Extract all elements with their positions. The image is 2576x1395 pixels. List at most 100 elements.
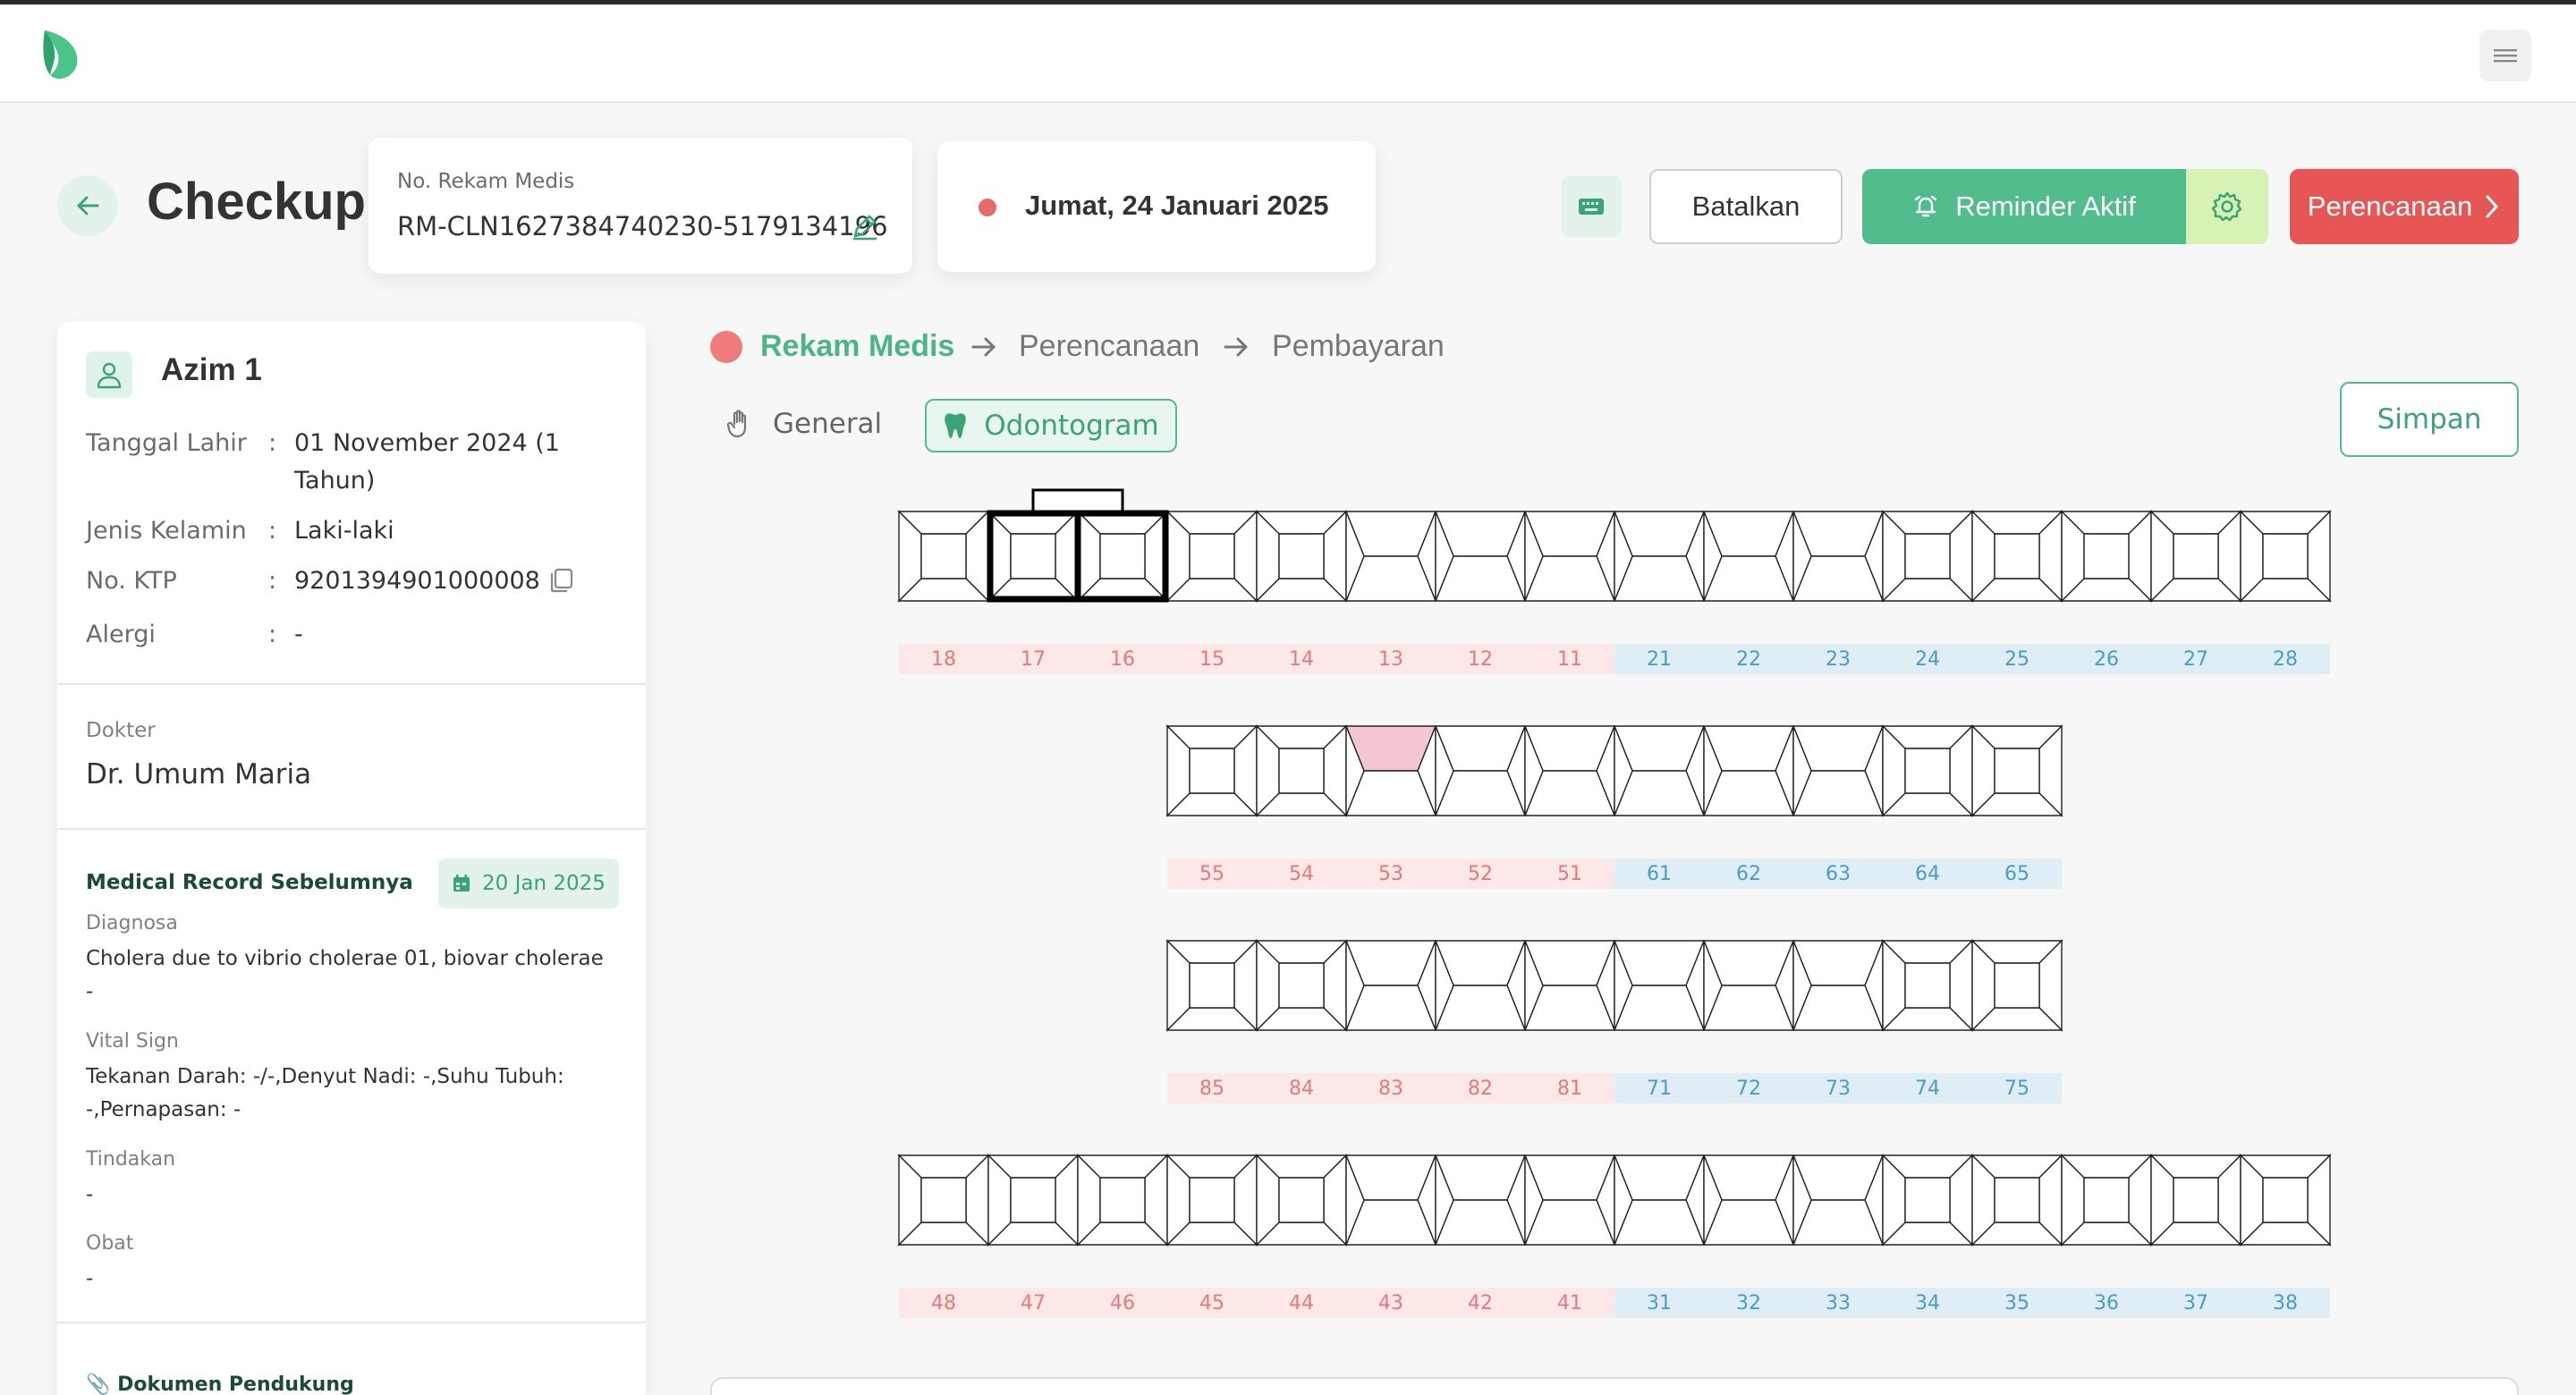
tooth-surface-bottom[interactable] bbox=[2149, 1222, 2242, 1246]
tooth-surface-bottom[interactable] bbox=[1613, 770, 1706, 816]
tooth-surface-left[interactable] bbox=[1882, 939, 1906, 1032]
tooth-surface-bottom[interactable] bbox=[1344, 1199, 1437, 1246]
tooth-surface-right[interactable] bbox=[1949, 510, 1973, 603]
save-button[interactable]: Simpan bbox=[2340, 382, 2519, 457]
tooth-surface-bottom[interactable] bbox=[1344, 555, 1437, 602]
tooth-surface-center[interactable] bbox=[1994, 1177, 2040, 1223]
tooth-surface-bottom[interactable] bbox=[1434, 1199, 1527, 1246]
tooth-surface-center[interactable] bbox=[1278, 1177, 1325, 1223]
tooth-47[interactable] bbox=[987, 1154, 1080, 1247]
tooth-surface-left[interactable] bbox=[1435, 1154, 1454, 1246]
tooth-53[interactable] bbox=[1344, 725, 1437, 816]
tooth-surface-left[interactable] bbox=[1971, 724, 1996, 817]
tooth-surface-bottom[interactable] bbox=[2239, 1222, 2332, 1246]
tooth-surface-bottom[interactable] bbox=[1881, 792, 1974, 816]
tooth-surface-right[interactable] bbox=[1323, 510, 1347, 603]
tooth-surface-top[interactable] bbox=[1792, 940, 1885, 986]
tooth-72[interactable] bbox=[1702, 940, 1795, 1031]
tooth-surface-center[interactable] bbox=[1099, 1177, 1146, 1223]
tooth-surface-bottom[interactable] bbox=[1970, 1222, 2063, 1246]
tooth-surface-bottom[interactable] bbox=[987, 1222, 1080, 1246]
tooth-surface-bottom[interactable] bbox=[1792, 770, 1885, 816]
tooth-surface-right[interactable] bbox=[2128, 1154, 2152, 1247]
tooth-surface-left[interactable] bbox=[1435, 940, 1454, 1031]
tooth-surface-bottom[interactable] bbox=[2239, 578, 2332, 602]
step-medical-record[interactable]: Rekam Medis bbox=[760, 329, 954, 364]
tooth-surface-left[interactable] bbox=[1256, 510, 1280, 603]
tooth-surface-left[interactable] bbox=[1345, 511, 1365, 602]
tooth-surface-top[interactable] bbox=[1165, 511, 1258, 535]
tooth-surface-right[interactable] bbox=[1596, 1154, 1615, 1246]
tooth-surface-top[interactable] bbox=[1792, 725, 1885, 772]
tooth-surface-top[interactable] bbox=[2149, 511, 2242, 535]
tooth-surface-top[interactable] bbox=[1792, 1154, 1885, 1201]
tooth-surface-right[interactable] bbox=[1864, 1154, 1884, 1246]
tooth-38[interactable] bbox=[2239, 1154, 2332, 1247]
tooth-surface-left[interactable] bbox=[987, 510, 1012, 603]
tooth-surface-left[interactable] bbox=[1524, 511, 1544, 602]
tooth-surface-bottom[interactable] bbox=[1434, 985, 1527, 1031]
tooth-24[interactable] bbox=[1881, 510, 1974, 603]
tooth-37[interactable] bbox=[2149, 1154, 2242, 1247]
tooth-surface-left[interactable] bbox=[1614, 940, 1633, 1031]
tooth-surface-right[interactable] bbox=[1685, 940, 1705, 1031]
tooth-surface-bottom[interactable] bbox=[1165, 1007, 1258, 1031]
tooth-surface-right[interactable] bbox=[1417, 725, 1436, 816]
tooth-surface-right[interactable] bbox=[1506, 725, 1526, 816]
tooth-surface-left[interactable] bbox=[1792, 940, 1812, 1031]
tooth-surface-center[interactable] bbox=[2083, 1177, 2130, 1223]
tooth-surface-top[interactable] bbox=[1970, 1154, 2063, 1179]
tooth-surface-top[interactable] bbox=[1970, 725, 2063, 749]
tooth-surface-left[interactable] bbox=[2240, 510, 2264, 603]
tooth-surface-top[interactable] bbox=[987, 1154, 1080, 1179]
tooth-surface-top[interactable] bbox=[1165, 1154, 1258, 1179]
tooth-surface-bottom[interactable] bbox=[1255, 578, 1348, 602]
tab-general[interactable]: General bbox=[726, 408, 882, 440]
tooth-55[interactable] bbox=[1165, 724, 1258, 817]
tooth-surface-top[interactable] bbox=[1255, 1154, 1348, 1179]
tooth-52[interactable] bbox=[1434, 725, 1527, 816]
tooth-surface-top[interactable] bbox=[1434, 940, 1527, 986]
tooth-surface-left[interactable] bbox=[1166, 510, 1191, 603]
tooth-surface-center[interactable] bbox=[920, 1177, 967, 1223]
tooth-surface-left[interactable] bbox=[1971, 510, 1996, 603]
tooth-surface-center[interactable] bbox=[1189, 962, 1235, 1009]
tooth-surface-right[interactable] bbox=[2217, 1154, 2241, 1247]
tooth-surface-left[interactable] bbox=[1703, 511, 1723, 602]
tooth-surface-left[interactable] bbox=[1345, 940, 1365, 1031]
tooth-surface-bottom[interactable] bbox=[1523, 770, 1616, 816]
tooth-surface-top[interactable] bbox=[1792, 511, 1885, 557]
tooth-surface-top[interactable] bbox=[1523, 725, 1616, 772]
tooth-surface-top[interactable] bbox=[1702, 940, 1795, 986]
tooth-surface-right[interactable] bbox=[1949, 1154, 1973, 1247]
tooth-surface-right[interactable] bbox=[2038, 1154, 2063, 1247]
tooth-surface-left[interactable] bbox=[1166, 939, 1191, 1032]
tooth-surface-right[interactable] bbox=[1596, 725, 1615, 816]
tooth-61[interactable] bbox=[1613, 725, 1706, 816]
tooth-surface-left[interactable] bbox=[1524, 940, 1544, 1031]
tooth-surface-top[interactable] bbox=[1881, 940, 1974, 964]
tooth-surface-bottom[interactable] bbox=[1255, 1007, 1348, 1031]
tooth-surface-top[interactable] bbox=[1970, 940, 2063, 964]
tooth-surface-left[interactable] bbox=[1524, 1154, 1544, 1246]
tooth-surface-left[interactable] bbox=[1435, 725, 1454, 816]
tooth-surface-center[interactable] bbox=[1278, 748, 1325, 794]
tooth-surface-top[interactable] bbox=[1344, 1154, 1437, 1201]
tooth-surface-top[interactable] bbox=[1613, 940, 1706, 986]
tooth-28[interactable] bbox=[2239, 510, 2332, 603]
tooth-surface-right[interactable] bbox=[1417, 940, 1436, 1031]
tooth-surface-center[interactable] bbox=[2173, 533, 2219, 579]
tooth-surface-center[interactable] bbox=[1904, 748, 1951, 794]
tooth-surface-bottom[interactable] bbox=[2149, 578, 2242, 602]
tooth-surface-bottom[interactable] bbox=[1523, 555, 1616, 602]
tooth-surface-right[interactable] bbox=[1417, 511, 1436, 602]
tooth-surface-left[interactable] bbox=[2240, 1154, 2264, 1247]
tooth-18[interactable] bbox=[897, 510, 990, 603]
tooth-surface-right[interactable] bbox=[1506, 1154, 1526, 1246]
tooth-surface-right[interactable] bbox=[1055, 1154, 1079, 1247]
tooth-48[interactable] bbox=[897, 1154, 990, 1247]
tooth-surface-bottom[interactable] bbox=[897, 1222, 990, 1246]
tooth-surface-left[interactable] bbox=[1256, 939, 1280, 1032]
tooth-surface-bottom[interactable] bbox=[1613, 985, 1706, 1031]
tooth-surface-bottom[interactable] bbox=[1792, 985, 1885, 1031]
